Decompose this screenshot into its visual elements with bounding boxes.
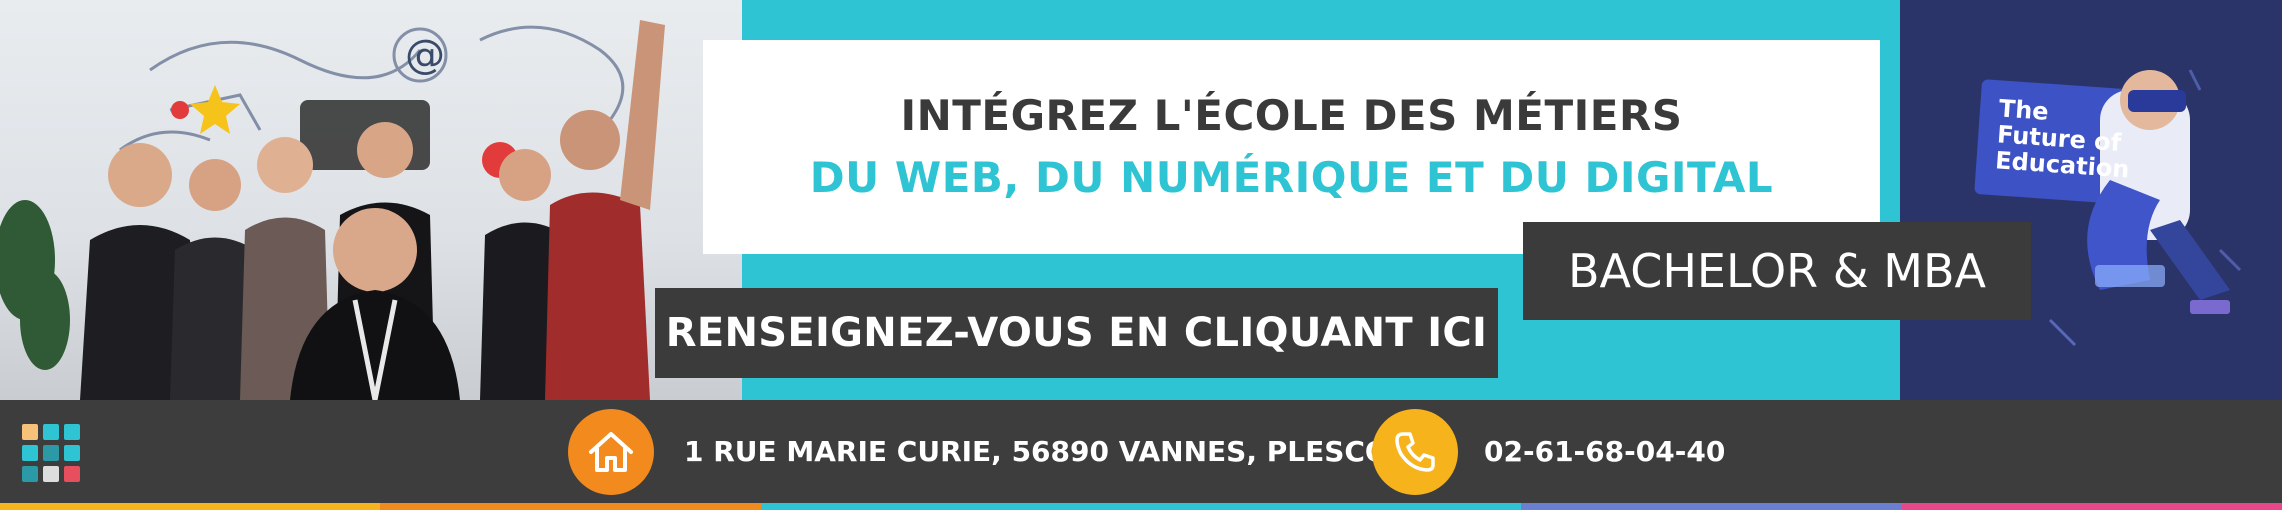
stripe-segment	[1140, 503, 1522, 510]
stripe-segment	[0, 503, 381, 510]
contact-footer: 1 RUE MARIE CURIE, 56890 VANNES, PLESCOP…	[0, 400, 2282, 503]
future-of-education-illustration: The Future of Education	[1900, 0, 2282, 400]
logo-cell	[64, 424, 80, 440]
logo-cell	[43, 466, 59, 482]
headline-line-1: INTÉGREZ L'ÉCOLE DES MÉTIERS	[900, 91, 1683, 140]
stripe-segment	[1521, 503, 1902, 510]
logo-cell	[22, 424, 38, 440]
address-text: 1 RUE MARIE CURIE, 56890 VANNES, PLESCOP	[684, 435, 1410, 468]
team-photo-illustration: @	[0, 20, 665, 400]
home-icon-glyph	[589, 432, 633, 472]
logo-grid-icon	[22, 424, 80, 482]
phone-icon	[1372, 409, 1458, 495]
stripe-segment	[760, 503, 1141, 510]
color-stripe	[0, 503, 2282, 510]
cta-label: RENSEIGNEZ-VOUS EN CLIQUANT ICI	[665, 310, 1488, 356]
svg-text:@: @	[405, 32, 445, 78]
home-icon	[568, 409, 654, 495]
logo-cell	[22, 445, 38, 461]
banner-top-area: @ The Future of Education INTÉGREZ L'ÉCO…	[0, 0, 2282, 400]
logo-cell	[43, 424, 59, 440]
stripe-segment	[380, 503, 761, 510]
logo-cell	[64, 445, 80, 461]
programs-badge: BACHELOR & MBA	[1523, 222, 2031, 320]
team-photo: @	[0, 0, 742, 400]
logo-cell	[22, 466, 38, 482]
headline-line-2: DU WEB, DU NUMÉRIQUE ET DU DIGITAL	[809, 153, 1774, 202]
education-illustration-graphic	[1939, 69, 2242, 347]
cta-button[interactable]: RENSEIGNEZ-VOUS EN CLIQUANT ICI	[655, 288, 1498, 378]
logo-cell	[64, 466, 80, 482]
phone-icon-glyph	[1395, 432, 1435, 472]
programs-label: BACHELOR & MBA	[1568, 244, 1986, 298]
stripe-segment	[1901, 503, 2282, 510]
phone-number[interactable]: 02-61-68-04-40	[1484, 400, 1725, 503]
future-of-education-screen-text: The Future of Education	[1994, 94, 2133, 183]
ad-banner[interactable]: @ The Future of Education INTÉGREZ L'ÉCO…	[0, 0, 2282, 510]
logo-cell	[43, 445, 59, 461]
